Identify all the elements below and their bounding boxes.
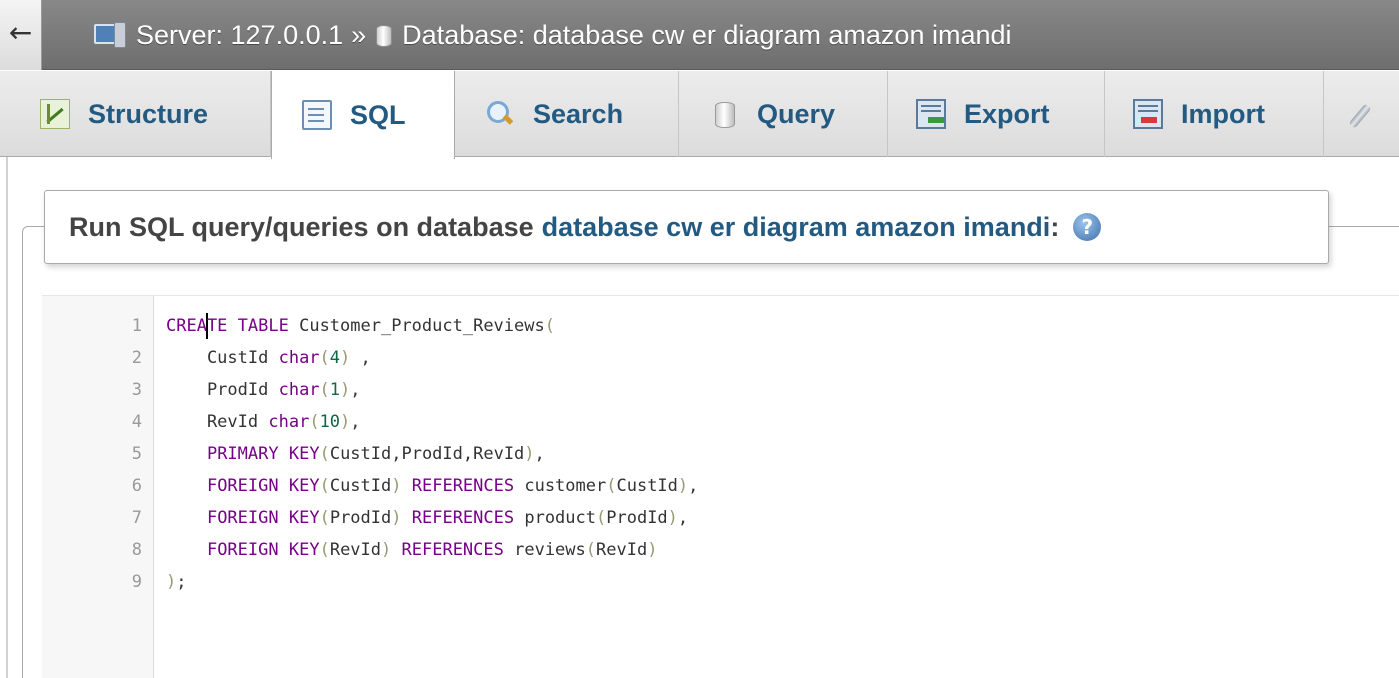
database-icon — [374, 23, 394, 47]
server-icon — [88, 20, 130, 50]
line-number: 4 — [131, 412, 142, 432]
sql-code-editor[interactable]: 1 CREATE TABLE Customer_Product_Reviews( 2… — [42, 295, 1399, 678]
code-text[interactable]: CREATE TABLE Customer_Product_Reviews( — [166, 311, 555, 341]
sql-icon — [302, 100, 332, 130]
database-label[interactable]: Database: database cw er diagram amazon … — [402, 0, 1011, 70]
tab-import-label: Import — [1181, 98, 1265, 129]
code-text[interactable]: CustId char(4) , — [166, 343, 371, 373]
tab-sql[interactable]: SQL — [271, 71, 455, 159]
tab-structure[interactable]: Structure — [0, 71, 271, 157]
tab-export-label: Export — [964, 98, 1050, 129]
tab-import[interactable]: Import — [1105, 71, 1324, 157]
code-text[interactable]: PRIMARY KEY(CustId,ProdId,RevId), — [166, 439, 545, 469]
line-number: 9 — [131, 572, 142, 592]
back-arrow-icon[interactable]: ← — [0, 0, 42, 70]
code-text[interactable]: ); — [166, 567, 187, 597]
tab-query[interactable]: Query — [679, 71, 888, 157]
wrench-icon — [1348, 99, 1378, 129]
server-label[interactable]: Server: 127.0.0.1 — [136, 0, 343, 70]
tab-query-label: Query — [757, 98, 836, 129]
tab-operations[interactable] — [1324, 71, 1399, 157]
code-text[interactable]: ProdId char(1), — [166, 375, 361, 405]
breadcrumb-database[interactable]: Database: database cw er diagram amazon … — [374, 0, 1012, 70]
breadcrumb-server[interactable]: Server: 127.0.0.1 — [88, 0, 343, 70]
top-breadcrumb-bar: ← Server: 127.0.0.1 » Database: database… — [0, 0, 1399, 70]
line-number: 1 — [131, 316, 142, 336]
heading-prefix: Run SQL query/queries on database — [69, 211, 534, 242]
query-icon — [709, 99, 739, 129]
tab-search-label: Search — [533, 98, 624, 129]
code-text[interactable]: FOREIGN KEY(RevId) REFERENCES reviews(Re… — [166, 535, 658, 565]
help-icon[interactable]: ? — [1073, 213, 1102, 241]
code-text[interactable]: FOREIGN KEY(CustId) REFERENCES customer(… — [166, 471, 698, 501]
tab-sql-label: SQL — [350, 99, 406, 130]
tab-structure-label: Structure — [88, 98, 209, 129]
sql-panel-heading: Run SQL query/queries on database databa… — [44, 190, 1329, 264]
import-icon — [1133, 99, 1163, 129]
line-number: 6 — [131, 476, 142, 496]
tab-search[interactable]: Search — [455, 71, 679, 157]
tab-export[interactable]: Export — [888, 71, 1105, 157]
page-left-border — [0, 157, 8, 678]
line-number: 8 — [131, 540, 142, 560]
line-number: 2 — [131, 348, 142, 368]
export-icon — [916, 99, 946, 129]
search-icon — [485, 99, 515, 129]
line-number: 7 — [131, 508, 142, 528]
structure-icon — [40, 99, 70, 129]
heading-colon: : — [1050, 211, 1060, 242]
breadcrumb-separator: » — [351, 20, 367, 50]
line-number: 5 — [131, 444, 142, 464]
tab-bar: Structure SQL Search Query Export Import — [0, 71, 1399, 159]
code-text[interactable]: FOREIGN KEY(ProdId) REFERENCES product(P… — [166, 503, 688, 533]
heading-database-name: database cw er diagram amazon imandi — [541, 211, 1051, 242]
breadcrumb: Server: 127.0.0.1 » Database: database c… — [88, 0, 1012, 70]
code-text[interactable]: RevId char(10), — [166, 407, 361, 437]
line-number: 3 — [131, 380, 142, 400]
